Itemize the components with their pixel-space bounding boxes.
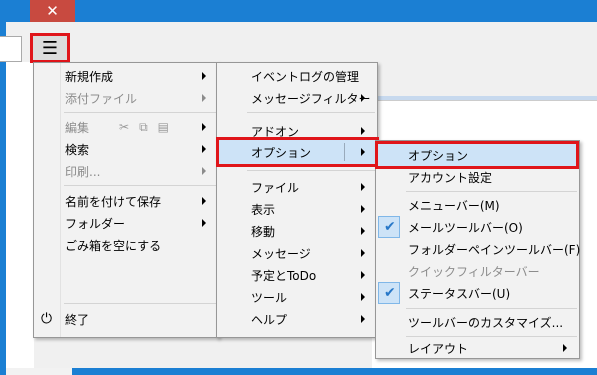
menu-item-tools[interactable]: ツール: [217, 286, 377, 308]
menu-item-options[interactable]: オプション: [217, 141, 377, 163]
menu-item-customize-toolbar[interactable]: ツールバーのカスタマイズ...: [376, 311, 579, 333]
menu-item-print[interactable]: 印刷...: [34, 160, 218, 182]
menu-item-label: フォルダーペインツールバー(F): [408, 242, 581, 257]
checkmark-icon: ✔: [384, 285, 396, 301]
submenu-arrow-icon: [361, 148, 365, 156]
menu-item-layout[interactable]: レイアウト: [376, 337, 579, 359]
menu-item-attachments[interactable]: 添付ファイル: [34, 87, 218, 109]
menu-item-label: 印刷...: [65, 164, 101, 179]
submenu-arrow-icon: [361, 227, 365, 235]
menu-item-label: 名前を付けて保存: [65, 194, 162, 209]
menu-separator: [64, 112, 216, 113]
menu-item-events-tasks[interactable]: 予定とToDo: [217, 264, 377, 286]
submenu-arrow-icon: [361, 183, 365, 191]
submenu-arrow-icon: [202, 123, 206, 131]
menu-item-message[interactable]: メッセージ: [217, 242, 377, 264]
menu-item-label: オプション: [251, 145, 312, 160]
menu-item-label: クイックフィルターバー: [408, 264, 540, 279]
menu-separator: [64, 185, 216, 186]
menu-item-label: メニューバー(M): [408, 198, 500, 213]
menu-item-label: ツール: [251, 290, 288, 305]
menu-separator: [247, 170, 375, 171]
menu-separator: [406, 308, 577, 309]
submenu-arrow-icon: [361, 205, 365, 213]
submenu-arrow-icon: [202, 72, 206, 80]
menu-separator: [406, 191, 577, 192]
menu-item-mail-toolbar[interactable]: ✔ メールツールバー(O): [376, 216, 579, 238]
window-titlebar: [0, 0, 597, 22]
menu-item-search[interactable]: 検索: [34, 138, 218, 160]
copy-icon: ⧉: [139, 119, 148, 134]
menu-item-quit[interactable]: ⏻ 終了: [34, 308, 218, 330]
menu-item-quick-filter-bar[interactable]: クイックフィルターバー: [376, 260, 579, 282]
menu-item-label: 添付ファイル: [65, 91, 138, 106]
window-close-button[interactable]: ✕: [30, 0, 75, 22]
submenu-arrow-icon: [563, 344, 567, 352]
address-field[interactable]: [0, 36, 22, 62]
menu-item-label: アカウント設定: [408, 170, 493, 185]
menu-item-label: レイアウト: [408, 341, 469, 356]
menu-item-menu-bar[interactable]: メニューバー(M): [376, 194, 579, 216]
menu-item-label: ごみ箱を空にする: [65, 238, 162, 253]
tools-submenu: イベントログの管理 メッセージフィルター アドオン オプション ファイル 表示 …: [216, 62, 379, 338]
menu-item-help[interactable]: ヘルプ: [217, 308, 377, 330]
menu-item-label: イベントログの管理: [251, 69, 360, 84]
submenu-arrow-icon: [361, 315, 365, 323]
submenu-arrow-icon: [202, 94, 206, 102]
submenu-arrow-icon: [202, 145, 206, 153]
menu-item-label: 編集: [65, 120, 90, 135]
hamburger-icon: ☰: [41, 37, 59, 59]
submenu-arrow-icon: [361, 249, 365, 257]
menu-item-go[interactable]: 移動: [217, 220, 377, 242]
menu-item-label: 予定とToDo: [251, 268, 317, 283]
menu-item-options-dialog[interactable]: オプション: [376, 144, 579, 166]
menu-item-status-bar[interactable]: ✔ ステータスバー(U): [376, 282, 579, 304]
submenu-arrow-icon: [361, 127, 365, 135]
cut-icon: ✂: [119, 119, 130, 134]
menu-item-view[interactable]: 表示: [217, 198, 377, 220]
menu-item-label: メールツールバー(O): [408, 220, 523, 235]
menu-item-empty-trash[interactable]: ごみ箱を空にする: [34, 234, 218, 256]
menu-item-label: フォルダー: [65, 216, 126, 231]
menu-item-label: メッセージフィルター: [251, 91, 371, 106]
app-menu: 新規作成 添付ファイル 編集 ✂ ⧉ ▤ 検索 印刷... 名前を付けて保存 フ…: [33, 62, 219, 338]
menu-separator: [247, 112, 375, 113]
menu-item-label: ステータスバー(U): [408, 286, 511, 301]
submenu-arrow-icon: [361, 94, 365, 102]
menu-item-label: ツールバーのカスタマイズ...: [408, 315, 564, 330]
menu-item-label: ファイル: [251, 180, 300, 195]
menu-item-label: 終了: [65, 312, 90, 327]
submenu-arrow-icon: [361, 293, 365, 301]
window-bottom-edge: [72, 368, 597, 375]
submenu-arrow-icon: [361, 271, 365, 279]
menu-item-label: 検索: [65, 142, 90, 157]
options-submenu: オプション アカウント設定 メニューバー(M) ✔ メールツールバー(O) フォ…: [375, 140, 580, 359]
menu-item-event-log[interactable]: イベントログの管理: [217, 65, 377, 87]
power-icon: ⏻: [41, 311, 53, 327]
menu-item-label: 新規作成: [65, 69, 114, 84]
menu-separator: [64, 303, 216, 304]
menu-item-label: 移動: [251, 224, 276, 239]
submenu-arrow-icon: [202, 197, 206, 205]
app-menu-button[interactable]: ☰: [30, 33, 70, 63]
menu-item-label: ヘルプ: [251, 312, 288, 327]
checkmark-icon: ✔: [384, 219, 396, 235]
submenu-arrow-icon: [202, 219, 206, 227]
paste-icon: ▤: [157, 119, 169, 134]
menu-item-folder-pane-toolbar[interactable]: フォルダーペインツールバー(F): [376, 238, 581, 260]
menu-item-label: メッセージ: [251, 246, 311, 261]
submenu-arrow-icon: [202, 167, 206, 175]
menu-item-message-filter[interactable]: メッセージフィルター: [217, 87, 377, 109]
menu-item-account-settings[interactable]: アカウント設定: [376, 166, 579, 188]
menu-item-label: 表示: [251, 202, 276, 217]
menu-item-label: オプション: [408, 148, 469, 163]
menu-item-file[interactable]: ファイル: [217, 176, 377, 198]
menu-item-folder[interactable]: フォルダー: [34, 212, 218, 234]
menu-item-edit[interactable]: 編集 ✂ ⧉ ▤: [34, 116, 218, 138]
menu-item-save-as[interactable]: 名前を付けて保存: [34, 190, 218, 212]
folder-pane: [6, 62, 34, 368]
menu-item-new[interactable]: 新規作成: [34, 65, 218, 87]
